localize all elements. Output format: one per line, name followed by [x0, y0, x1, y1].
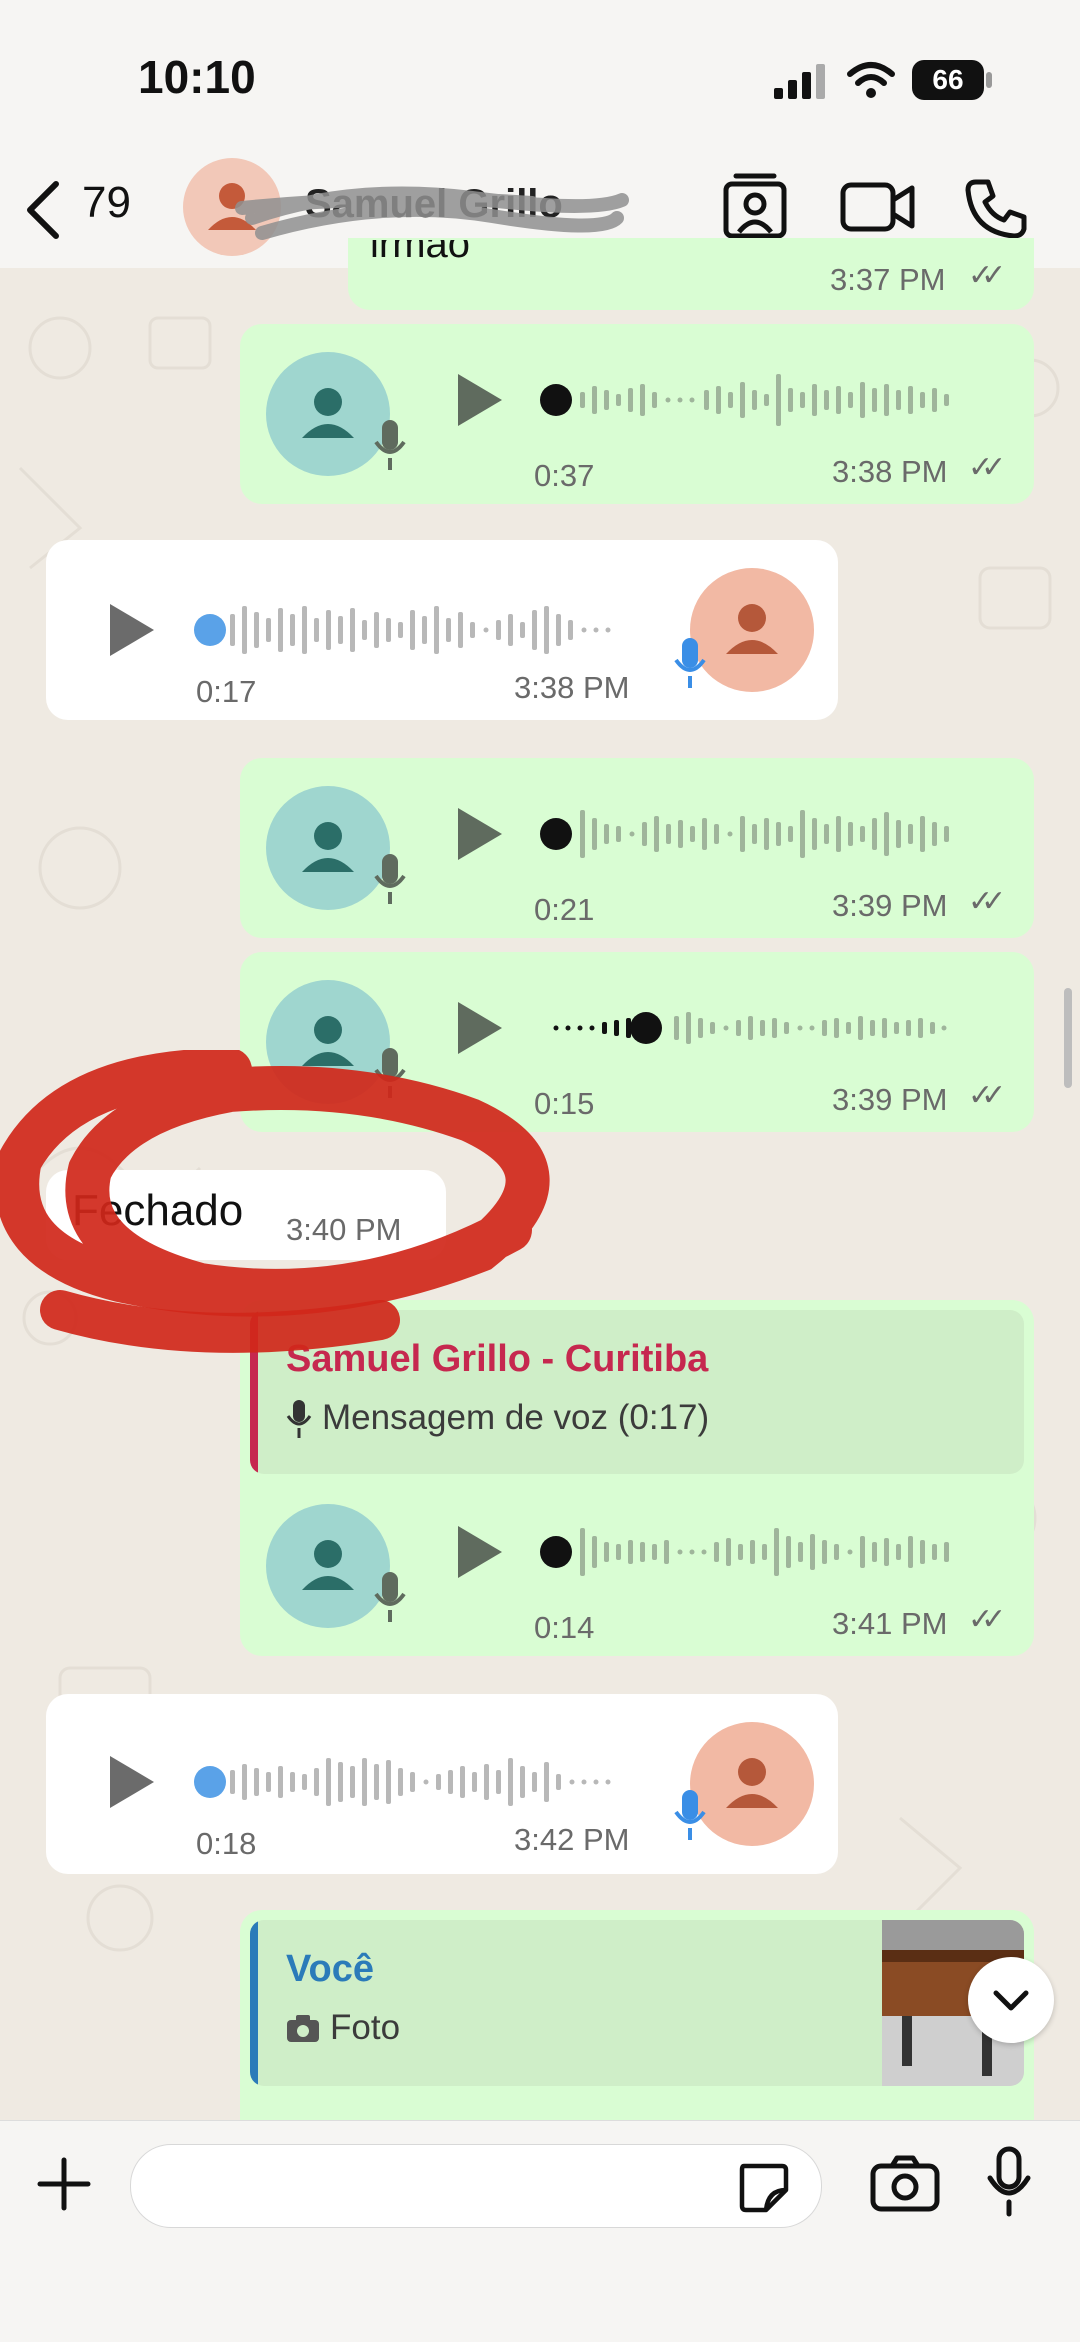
plus-icon[interactable] [36, 2156, 92, 2212]
read-receipt-icon: ✓✓ [968, 451, 1006, 484]
mic-icon [674, 638, 706, 688]
voice-duration: 0:18 [196, 1826, 257, 1861]
contact-card-icon[interactable] [722, 172, 788, 240]
audio-waveform[interactable] [540, 998, 1000, 1058]
read-receipt-icon: ✓✓ [968, 885, 1006, 918]
mic-icon [374, 1572, 406, 1622]
phone-call-icon[interactable] [964, 176, 1028, 240]
back-unread-count[interactable]: 79 [82, 178, 131, 228]
camera-icon[interactable] [870, 2154, 940, 2212]
quoted-author: Você [286, 1948, 375, 1990]
person-icon [726, 1758, 778, 1808]
quoted-text: Mensagem de voz (0:17) [322, 1398, 710, 1437]
status-time: 10:10 [138, 51, 256, 103]
message-time: 3:42 PM [514, 1822, 630, 1857]
video-call-icon[interactable] [840, 180, 916, 234]
chevron-down-icon [993, 1990, 1029, 2011]
message-text: irmão [370, 240, 471, 266]
sender-avatar [690, 1722, 814, 1846]
quote-accent-bar [250, 1920, 258, 2086]
mic-icon [374, 854, 406, 904]
voice-duration: 0:17 [196, 674, 257, 709]
message-time: 3:37 PM [830, 262, 946, 297]
sticker-icon[interactable] [736, 2160, 790, 2214]
read-receipt-icon: ✓✓ [968, 1079, 1006, 1112]
wifi-icon [847, 62, 895, 98]
scrollbar[interactable] [1064, 988, 1072, 1088]
read-receipt-icon: ✓✓ [968, 259, 1006, 292]
camera-icon [287, 2015, 319, 2042]
mic-icon [286, 1400, 312, 1438]
audio-waveform[interactable] [540, 1522, 1000, 1582]
mic-icon [374, 420, 406, 470]
message-time: 3:39 PM [832, 888, 948, 923]
quoted-message[interactable]: Você Foto [250, 1920, 1024, 2086]
sender-avatar [690, 568, 814, 692]
voice-duration: 0:37 [534, 458, 595, 493]
audio-waveform[interactable] [190, 1752, 640, 1812]
message-time: 3:38 PM [514, 670, 630, 705]
play-button[interactable] [458, 1002, 502, 1054]
voice-duration: 0:14 [534, 1610, 595, 1645]
message-time: 3:39 PM [832, 1082, 948, 1117]
play-button[interactable] [458, 808, 502, 860]
cellular-signal-icon [774, 64, 825, 99]
play-button[interactable] [458, 374, 502, 426]
audio-waveform[interactable] [540, 804, 1000, 864]
battery-icon: 66 [912, 60, 984, 100]
battery-cap [986, 72, 992, 88]
chevron-left-icon[interactable] [20, 180, 64, 240]
play-button[interactable] [110, 604, 154, 656]
annotation-circle [0, 1050, 550, 1353]
mic-icon [674, 1790, 706, 1840]
audio-waveform[interactable] [540, 370, 1000, 430]
message-input[interactable] [130, 2144, 822, 2228]
person-icon [726, 604, 778, 654]
battery-level: 66 [932, 64, 964, 95]
message-time: 3:38 PM [832, 454, 948, 489]
quoted-text: Foto [330, 2008, 401, 2047]
scroll-to-bottom-button[interactable] [968, 1957, 1054, 2043]
voice-duration: 0:21 [534, 892, 595, 927]
audio-waveform[interactable] [190, 600, 640, 660]
play-button[interactable] [110, 1756, 154, 1808]
message-time: 3:41 PM [832, 1606, 948, 1641]
microphone-icon[interactable] [986, 2146, 1032, 2218]
play-button[interactable] [458, 1526, 502, 1578]
read-receipt-icon: ✓✓ [968, 1603, 1006, 1636]
